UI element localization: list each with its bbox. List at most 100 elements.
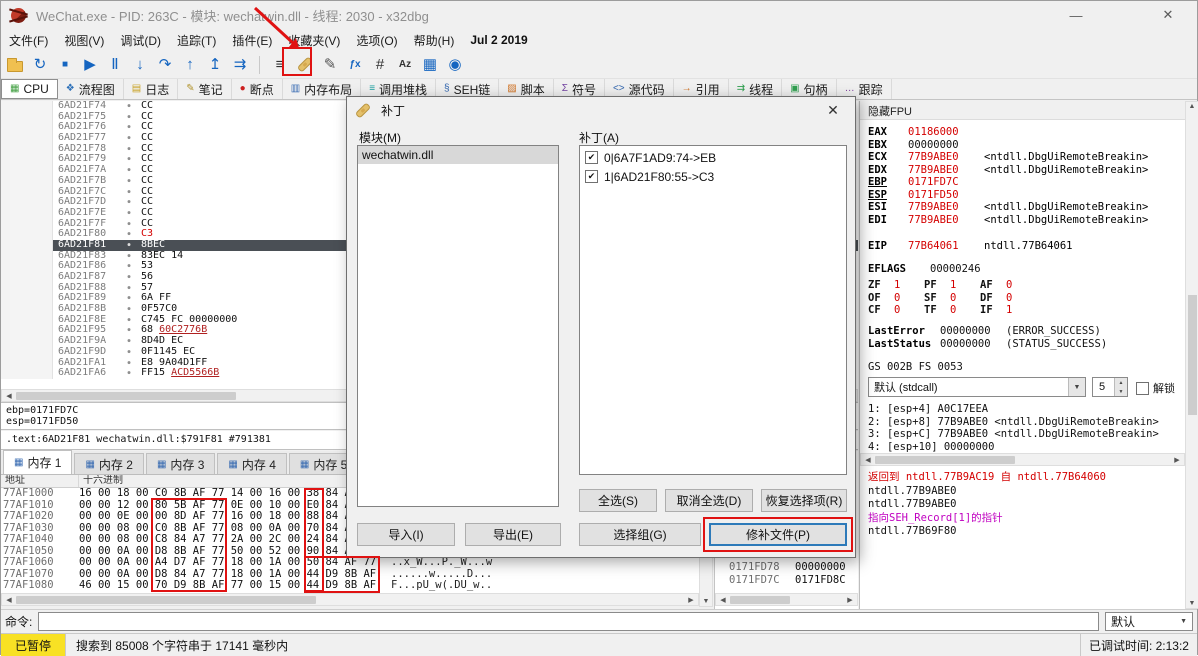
memdump-row[interactable]: 77AF1060 00 00 0A 00 A4 D7 AF 77 18 00 1A…: [1, 556, 699, 569]
tab-log[interactable]: ▤ 日志: [124, 79, 179, 99]
patch-list[interactable]: ✔ 0|6A7F1AD9:74->EB ✔ 1|6AD21F80:55->C3: [579, 145, 847, 475]
step-out-icon[interactable]: ↑: [178, 53, 202, 77]
scrollbar-thumb[interactable]: [875, 455, 1015, 464]
register-esi[interactable]: ESI 77B9ABE0 <ntdll.DbgUiRemoteBreakin>: [868, 201, 1148, 214]
scroll-up-icon[interactable]: ▲: [1185, 103, 1198, 110]
hide-fpu-button[interactable]: 隐藏FPU: [860, 101, 1185, 120]
patch-icon[interactable]: [293, 53, 317, 77]
scroll-down-icon[interactable]: ▼: [1185, 600, 1198, 607]
scroll-right-icon[interactable]: ▶: [1170, 456, 1184, 464]
dump-hscrollbar[interactable]: ◀ ▶: [1, 593, 699, 606]
registers-panel[interactable]: 隐藏FPU EAX 01186000 EBX 00000000 ECX 77B9ABE0 <…: [859, 101, 1185, 609]
dropdown-arrow-icon[interactable]: ▼: [1068, 378, 1085, 396]
tab-notes[interactable]: ✎ 笔记: [178, 79, 232, 99]
register-eax[interactable]: EAX 01186000: [868, 126, 1148, 139]
menu-options[interactable]: 选项(O): [348, 30, 405, 51]
run-to-user-code-icon[interactable]: ⇉: [228, 53, 252, 77]
scroll-left-icon[interactable]: ◀: [2, 596, 16, 604]
memory-map-icon[interactable]: ▦: [418, 53, 442, 77]
register-edi[interactable]: EDI 77B9ABE0 <ntdll.DbgUiRemoteBreakin>: [868, 214, 1148, 227]
hash-icon[interactable]: #: [368, 53, 392, 77]
restore-selection-button[interactable]: 恢复选择项(R): [761, 489, 847, 512]
stack-row[interactable]: 0171FD78 00000000: [729, 561, 846, 573]
tab-graph[interactable]: ❖ 流程图: [58, 79, 124, 99]
checkbox-icon[interactable]: [1136, 381, 1149, 395]
menu-view[interactable]: 视图(V): [56, 30, 112, 51]
register-edx[interactable]: EDX 77B9ABE0 <ntdll.DbgUiRemoteBreakin>: [868, 164, 1148, 177]
execute-till-return-icon[interactable]: ↥: [203, 53, 227, 77]
stack-comment-line[interactable]: ntdll.77B9ABE0: [868, 498, 1106, 512]
restart-icon[interactable]: ↻: [28, 53, 52, 77]
scrollbar-thumb[interactable]: [730, 595, 790, 604]
import-button[interactable]: 导入(I): [357, 523, 455, 546]
spin-down-icon[interactable]: ▼: [1115, 387, 1127, 396]
globe-icon[interactable]: ◉: [443, 53, 467, 77]
pause-icon[interactable]: Ⅱ: [103, 53, 127, 77]
scroll-left-icon[interactable]: ◀: [716, 596, 730, 604]
scroll-right-icon[interactable]: ▶: [684, 596, 698, 604]
scrollbar-thumb[interactable]: [16, 595, 316, 604]
command-input[interactable]: [38, 612, 1099, 631]
stack-comment-line[interactable]: ntdll.77B69F80: [868, 525, 1106, 539]
registers-vscrollbar[interactable]: ▲ ▼: [1185, 101, 1198, 609]
scroll-left-icon[interactable]: ◀: [861, 456, 875, 464]
patch-entry[interactable]: ✔ 0|6A7F1AD9:74->EB: [580, 148, 846, 167]
script-icon[interactable]: ≡: [268, 53, 292, 77]
dialog-titlebar[interactable]: 补丁 ✕: [347, 97, 855, 123]
step-over-icon[interactable]: ↷: [153, 53, 177, 77]
menu-favourites[interactable]: 收藏夹(V): [280, 30, 348, 51]
registers-hscrollbar[interactable]: ◀ ▶: [860, 453, 1185, 466]
scrollbar-thumb[interactable]: [16, 391, 236, 400]
strings-icon[interactable]: Az: [393, 53, 417, 77]
patch-entry[interactable]: ✔ 1|6AD21F80:55->C3: [580, 167, 846, 186]
register-ebp[interactable]: EBP 0171FD7C: [868, 176, 1148, 189]
export-button[interactable]: 导出(E): [465, 523, 561, 546]
module-item[interactable]: wechatwin.dll: [358, 146, 558, 164]
tab-memory-4[interactable]: ▦ 内存 4: [217, 453, 287, 474]
comment-icon[interactable]: ✎: [318, 53, 342, 77]
function-icon[interactable]: ƒx: [343, 53, 367, 77]
spin-up-icon[interactable]: ▲: [1115, 378, 1127, 387]
scrollbar-thumb[interactable]: [1187, 295, 1197, 415]
patch-file-button[interactable]: 修补文件(P): [709, 523, 847, 546]
memdump-row[interactable]: 77AF1080 46 00 15 00 70 D9 8B AF 77 00 15…: [1, 579, 699, 592]
scroll-right-icon[interactable]: ▶: [843, 596, 857, 604]
argument-count-spinner[interactable]: 5 ▲ ▼: [1092, 377, 1128, 397]
stack-comment-line[interactable]: 返回到 ntdll.77B9AC19 自 ntdll.77B64060: [868, 471, 1106, 485]
stack-comment-line[interactable]: ntdll.77B9ABE0: [868, 485, 1106, 499]
menu-help[interactable]: 帮助(H): [406, 30, 463, 51]
register-ebx[interactable]: EBX 00000000: [868, 139, 1148, 152]
menu-debug[interactable]: 调试(D): [112, 30, 169, 51]
step-into-icon[interactable]: ↓: [128, 53, 152, 77]
run-icon[interactable]: ▶: [78, 53, 102, 77]
dialog-close-button[interactable]: ✕: [819, 102, 847, 119]
patch-checkbox[interactable]: ✔: [585, 151, 598, 164]
tab-memory-2[interactable]: ▦ 内存 2: [74, 453, 144, 474]
stack-comment-line[interactable]: 指向SEH_Record[1]的指针: [868, 512, 1106, 526]
menu-file[interactable]: 文件(F): [1, 30, 56, 51]
deselect-all-button[interactable]: 取消全选(D): [665, 489, 753, 512]
stop-icon[interactable]: ■: [53, 53, 77, 77]
tab-cpu[interactable]: ▦ CPU: [1, 79, 58, 99]
command-profile-select[interactable]: 默认 ▼: [1105, 612, 1193, 631]
tab-breakpoints[interactable]: ● 断点: [232, 79, 283, 99]
unlock-checkbox[interactable]: 解锁: [1136, 380, 1175, 396]
select-group-button[interactable]: 选择组(G): [579, 523, 701, 546]
select-all-button[interactable]: 全选(S): [579, 489, 657, 512]
scroll-down-icon[interactable]: ▼: [699, 598, 713, 605]
scroll-left-icon[interactable]: ◀: [2, 392, 16, 400]
close-button[interactable]: ✕: [1145, 1, 1191, 29]
tab-memory-3[interactable]: ▦ 内存 3: [145, 453, 216, 474]
register-ecx[interactable]: ECX 77B9ABE0 <ntdll.DbgUiRemoteBreakin>: [868, 151, 1148, 164]
open-file-icon[interactable]: [3, 53, 27, 77]
stack-row[interactable]: 0171FD7C 0171FD8C: [729, 574, 846, 586]
titlebar[interactable]: WeChat.exe - PID: 263C - 模块: wechatwin.d…: [1, 1, 1197, 29]
tab-memory-1[interactable]: ▦ 内存 1: [3, 450, 73, 474]
calling-convention-select[interactable]: 默认 (stdcall) ▼: [868, 377, 1086, 397]
patch-checkbox[interactable]: ✔: [585, 170, 598, 183]
menu-trace[interactable]: 追踪(T): [169, 30, 224, 51]
minimize-button[interactable]: —: [1053, 1, 1099, 29]
register-eip[interactable]: EIP 77B64061 ntdll.77B64061: [868, 240, 1073, 253]
menu-plugins[interactable]: 插件(E): [224, 30, 280, 51]
module-list[interactable]: wechatwin.dll: [357, 145, 559, 507]
